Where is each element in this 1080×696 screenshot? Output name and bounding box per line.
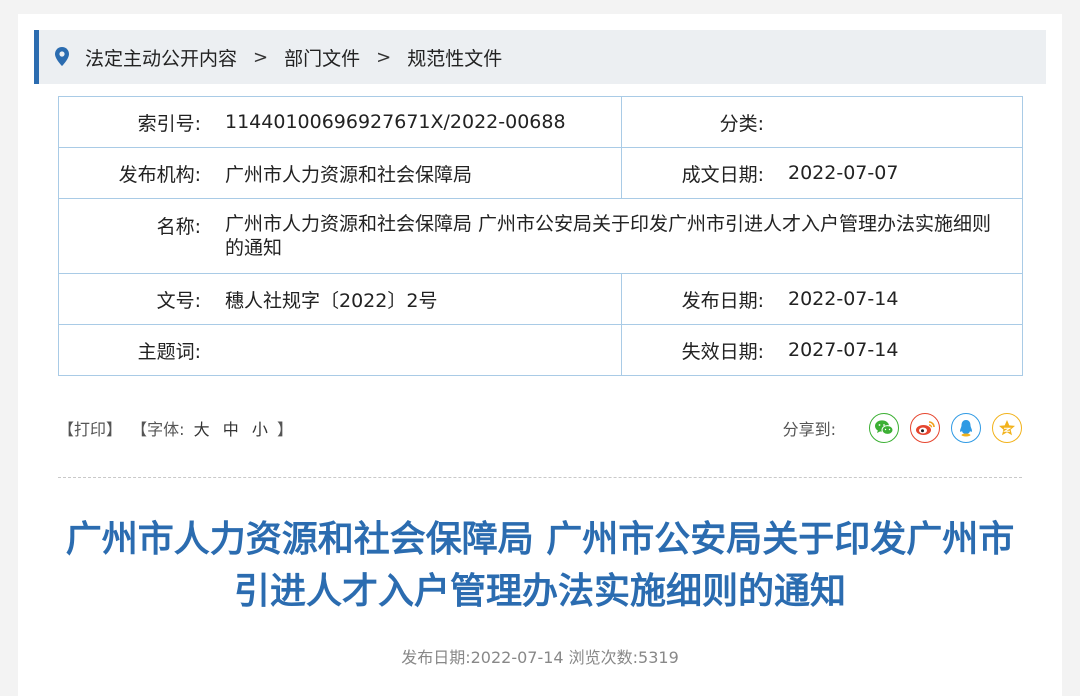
doc-number-label: 文号: [156,289,201,312]
weibo-icon[interactable] [910,413,940,443]
breadcrumb: 法定主动公开内容 > 部门文件 > 规范性文件 [34,30,1046,84]
qzone-icon[interactable] [992,413,1022,443]
article-info: 发布日期:2022-07-14 浏览次数:5319 [401,648,679,667]
name-label: 名称: [156,216,201,238]
published-date-label: 发布日期: [681,289,764,312]
breadcrumb-item-department-docs[interactable]: 部门文件 [284,44,360,71]
index-label: 索引号: [137,112,201,135]
dashed-divider [58,477,1022,478]
font-size-prefix: 【字体: [131,420,185,439]
font-small-button[interactable]: 小 [252,420,268,439]
breadcrumb-separator: > [253,46,269,68]
page-container: 法定主动公开内容 > 部门文件 > 规范性文件 索引号: 11440100696… [18,14,1062,696]
wechat-icon[interactable] [869,413,899,443]
expire-date-value: 2027-07-14 [788,339,899,361]
document-metadata-table: 索引号: 11440100696927671X/2022-00688 分类: 发… [58,96,1023,376]
table-row: 名称: 广州市人力资源和社会保障局 广州市公安局关于印发广州市引进人才入户管理办… [58,198,1023,274]
written-date-value: 2022-07-07 [788,162,899,184]
font-medium-button[interactable]: 中 [223,420,239,439]
print-button[interactable]: 【打印】 [58,420,122,439]
table-row: 发布机构: 广州市人力资源和社会保障局 成文日期: 2022-07-07 [58,147,1023,199]
breadcrumb-item-public-content[interactable]: 法定主动公开内容 [85,44,237,71]
keywords-label: 主题词: [137,340,201,363]
font-size-suffix: 】 [276,420,293,439]
breadcrumb-item-normative-docs[interactable]: 规范性文件 [407,44,502,71]
breadcrumb-separator: > [376,46,392,68]
org-label: 发布机构: [118,163,201,186]
table-row: 主题词: 失效日期: 2027-07-14 [58,324,1023,376]
article-toolbar: 【打印】 【字体: 大 中 小 】 分享到: [58,406,1022,450]
org-value: 广州市人力资源和社会保障局 [225,163,473,186]
print-font-tools: 【打印】 【字体: 大 中 小 】 [58,416,293,440]
written-date-label: 成文日期: [681,163,764,186]
share-label: 分享到: [782,420,836,439]
font-large-button[interactable]: 大 [194,420,210,439]
table-row: 索引号: 11440100696927671X/2022-00688 分类: [58,96,1023,148]
expire-date-label: 失效日期: [681,340,764,363]
doc-number-value: 穗人社规字〔2022〕2号 [225,289,438,312]
article-title: 广州市人力资源和社会保障局 广州市公安局关于印发广州市引进人才入户管理办法实施细… [65,519,1015,612]
table-row: 文号: 穗人社规字〔2022〕2号 发布日期: 2022-07-14 [58,273,1023,325]
name-value: 广州市人力资源和社会保障局 广州市公安局关于印发广州市引进人才入户管理办法实施细… [225,213,992,259]
qq-icon[interactable] [951,413,981,443]
index-value: 11440100696927671X/2022-00688 [225,111,566,133]
category-label: 分类: [719,112,764,135]
share-bar: 分享到: [783,413,1022,443]
published-date-value: 2022-07-14 [788,288,899,310]
location-pin-icon [55,47,71,67]
